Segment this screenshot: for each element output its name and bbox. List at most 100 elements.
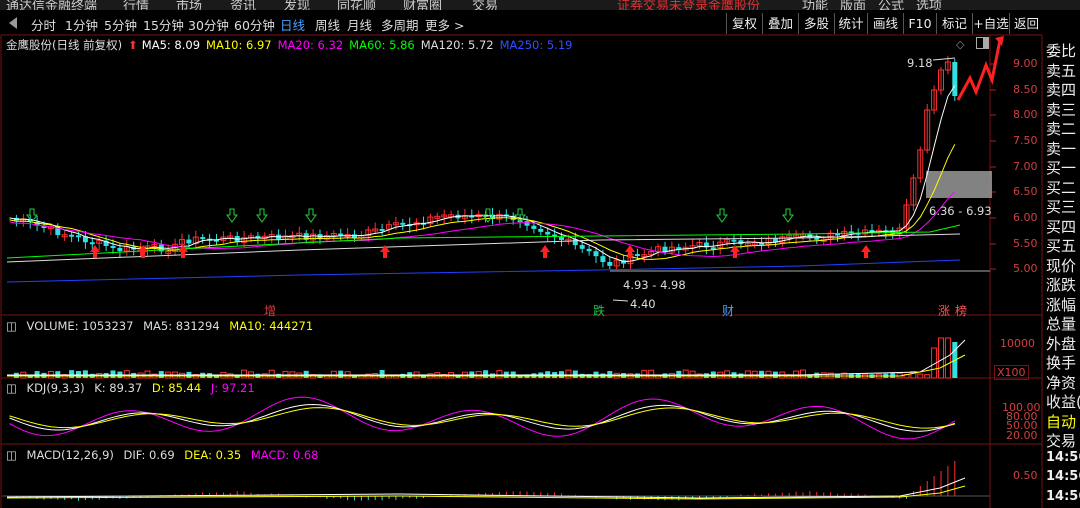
candle-body bbox=[607, 261, 613, 266]
volume-ma5: MA5: 831294 bbox=[143, 319, 220, 333]
kdj-panel-icon[interactable]: ◫ bbox=[6, 381, 17, 395]
range-label-a: 6.36 - 6.93 bbox=[929, 204, 992, 218]
low-price-label: 4.40 bbox=[630, 297, 656, 311]
side-panel-label: 收益( bbox=[1046, 393, 1080, 411]
high-marker-line bbox=[932, 57, 956, 61]
candle-body bbox=[400, 222, 406, 225]
diamond-icon[interactable]: ◇ bbox=[956, 38, 964, 51]
volume-bar bbox=[641, 369, 648, 379]
candle-body bbox=[600, 256, 606, 262]
side-panel-label: 14:56 bbox=[1046, 488, 1080, 504]
volume-bar bbox=[648, 369, 655, 379]
side-panel-label: 涨幅 bbox=[1046, 295, 1077, 314]
volume-bar bbox=[759, 370, 765, 378]
macd-tick: 0.50 bbox=[1013, 469, 1038, 482]
volume-bar bbox=[676, 370, 682, 378]
candle-body bbox=[586, 248, 592, 252]
range-highlight-box bbox=[926, 171, 992, 198]
volume-bar bbox=[924, 374, 931, 379]
side-panel-label: 外盘 bbox=[1046, 334, 1077, 353]
window-toggle-icon[interactable] bbox=[976, 37, 989, 49]
side-panel-label: 现价 bbox=[1046, 256, 1077, 275]
badge-finance[interactable]: 财 bbox=[722, 302, 740, 319]
volume-ma5-line bbox=[7, 339, 966, 376]
candle-body bbox=[69, 234, 75, 237]
low-marker-line bbox=[612, 299, 629, 302]
kdj-k: K: 89.37 bbox=[94, 381, 143, 395]
volume-bar bbox=[69, 370, 75, 378]
price-tick-label: 7.50 bbox=[1013, 134, 1038, 147]
high-price-label: 9.18 bbox=[907, 56, 933, 70]
candle-body bbox=[538, 228, 544, 232]
candle-body bbox=[545, 231, 551, 235]
sell-arrow-icon bbox=[226, 208, 238, 223]
volume-bar bbox=[572, 370, 578, 378]
side-panel-label: 委比 bbox=[1046, 42, 1077, 60]
macd-name: MACD(12,26,9) bbox=[26, 448, 114, 462]
macd-legend: ◫ MACD(12,26,9) DIF: 0.69 DEA: 0.35 MACD… bbox=[6, 448, 324, 462]
badge-fall[interactable]: 跌 bbox=[593, 302, 611, 319]
side-panel-label: 卖二 bbox=[1046, 120, 1077, 138]
side-panel-label: 买四 bbox=[1046, 217, 1077, 236]
candle-body bbox=[531, 225, 537, 229]
sell-arrow-icon bbox=[716, 208, 728, 223]
side-panel-label: 买二 bbox=[1046, 178, 1077, 197]
side-panel-label: 卖三 bbox=[1046, 100, 1077, 119]
ma20-line bbox=[9, 191, 956, 258]
side-panel-label: 14:56 bbox=[1046, 449, 1080, 465]
price-tick-label: 6.50 bbox=[1013, 185, 1038, 198]
side-panel-label: 总量 bbox=[1046, 315, 1077, 333]
candle-body bbox=[952, 62, 958, 96]
kline-chart-canvas[interactable] bbox=[0, 0, 1080, 508]
sell-arrow-icon bbox=[256, 208, 268, 223]
macd-panel-icon[interactable]: ◫ bbox=[6, 448, 17, 462]
kdj-j: J: 97.21 bbox=[210, 381, 255, 395]
macd-dif: DIF: 0.69 bbox=[123, 448, 175, 462]
volume-bar bbox=[820, 372, 827, 379]
candle-body bbox=[593, 251, 599, 257]
kdj-d: D: 85.44 bbox=[151, 381, 202, 395]
sell-arrow-icon bbox=[305, 208, 317, 223]
side-panel-label: 卖四 bbox=[1046, 81, 1077, 99]
badge-increase[interactable]: 增 bbox=[264, 302, 282, 319]
candle-body bbox=[379, 228, 385, 231]
volume-bar bbox=[379, 370, 385, 378]
volume-bar bbox=[890, 372, 896, 378]
candle-body bbox=[76, 235, 81, 238]
volume-bar bbox=[123, 370, 130, 379]
buy-arrow-icon bbox=[540, 245, 550, 258]
volume-bar bbox=[814, 372, 820, 378]
volume-panel-icon[interactable]: ◫ bbox=[6, 319, 17, 333]
sell-arrow-icon bbox=[782, 208, 794, 223]
side-panel-label: 卖一 bbox=[1046, 139, 1077, 158]
side-panel-label: 交易 bbox=[1046, 432, 1077, 450]
candle-body bbox=[110, 245, 116, 248]
candle-body bbox=[117, 247, 123, 252]
volume-bar bbox=[724, 370, 731, 379]
price-tick-label: 6.00 bbox=[1013, 211, 1038, 224]
badge-rank[interactable]: 榜 bbox=[955, 302, 973, 319]
volume-bar bbox=[496, 370, 503, 379]
volume-bar bbox=[938, 337, 944, 379]
kdj-legend: ◫ KDJ(9,3,3) K: 89.37 D: 85.44 J: 97.21 bbox=[6, 381, 261, 395]
side-panel-label: 14:56 bbox=[1046, 469, 1080, 484]
buy-arrow-icon bbox=[861, 245, 871, 258]
volume-bar bbox=[944, 337, 951, 379]
volume-bar bbox=[483, 370, 489, 378]
candle-body bbox=[559, 237, 564, 240]
volume-bar bbox=[110, 370, 116, 378]
kdj-k-line bbox=[9, 403, 955, 432]
candle-body bbox=[186, 239, 192, 244]
side-panel-label: 换手 bbox=[1046, 354, 1077, 372]
volume-bar bbox=[268, 369, 275, 379]
candle-body bbox=[579, 245, 585, 249]
badge-rise[interactable]: 涨 bbox=[938, 302, 956, 319]
volume-ma10: MA10: 444271 bbox=[229, 319, 314, 333]
price-tick-label: 9.00 bbox=[1013, 57, 1038, 70]
volume-legend: ◫ VOLUME: 1053237 MA5: 831294 MA10: 4442… bbox=[6, 319, 319, 333]
volume-bar bbox=[338, 370, 344, 378]
volume-bar bbox=[565, 369, 572, 379]
volume-bar bbox=[82, 370, 88, 378]
price-tick-label: 8.00 bbox=[1013, 108, 1038, 121]
volume-value: VOLUME: 1053237 bbox=[26, 319, 134, 333]
